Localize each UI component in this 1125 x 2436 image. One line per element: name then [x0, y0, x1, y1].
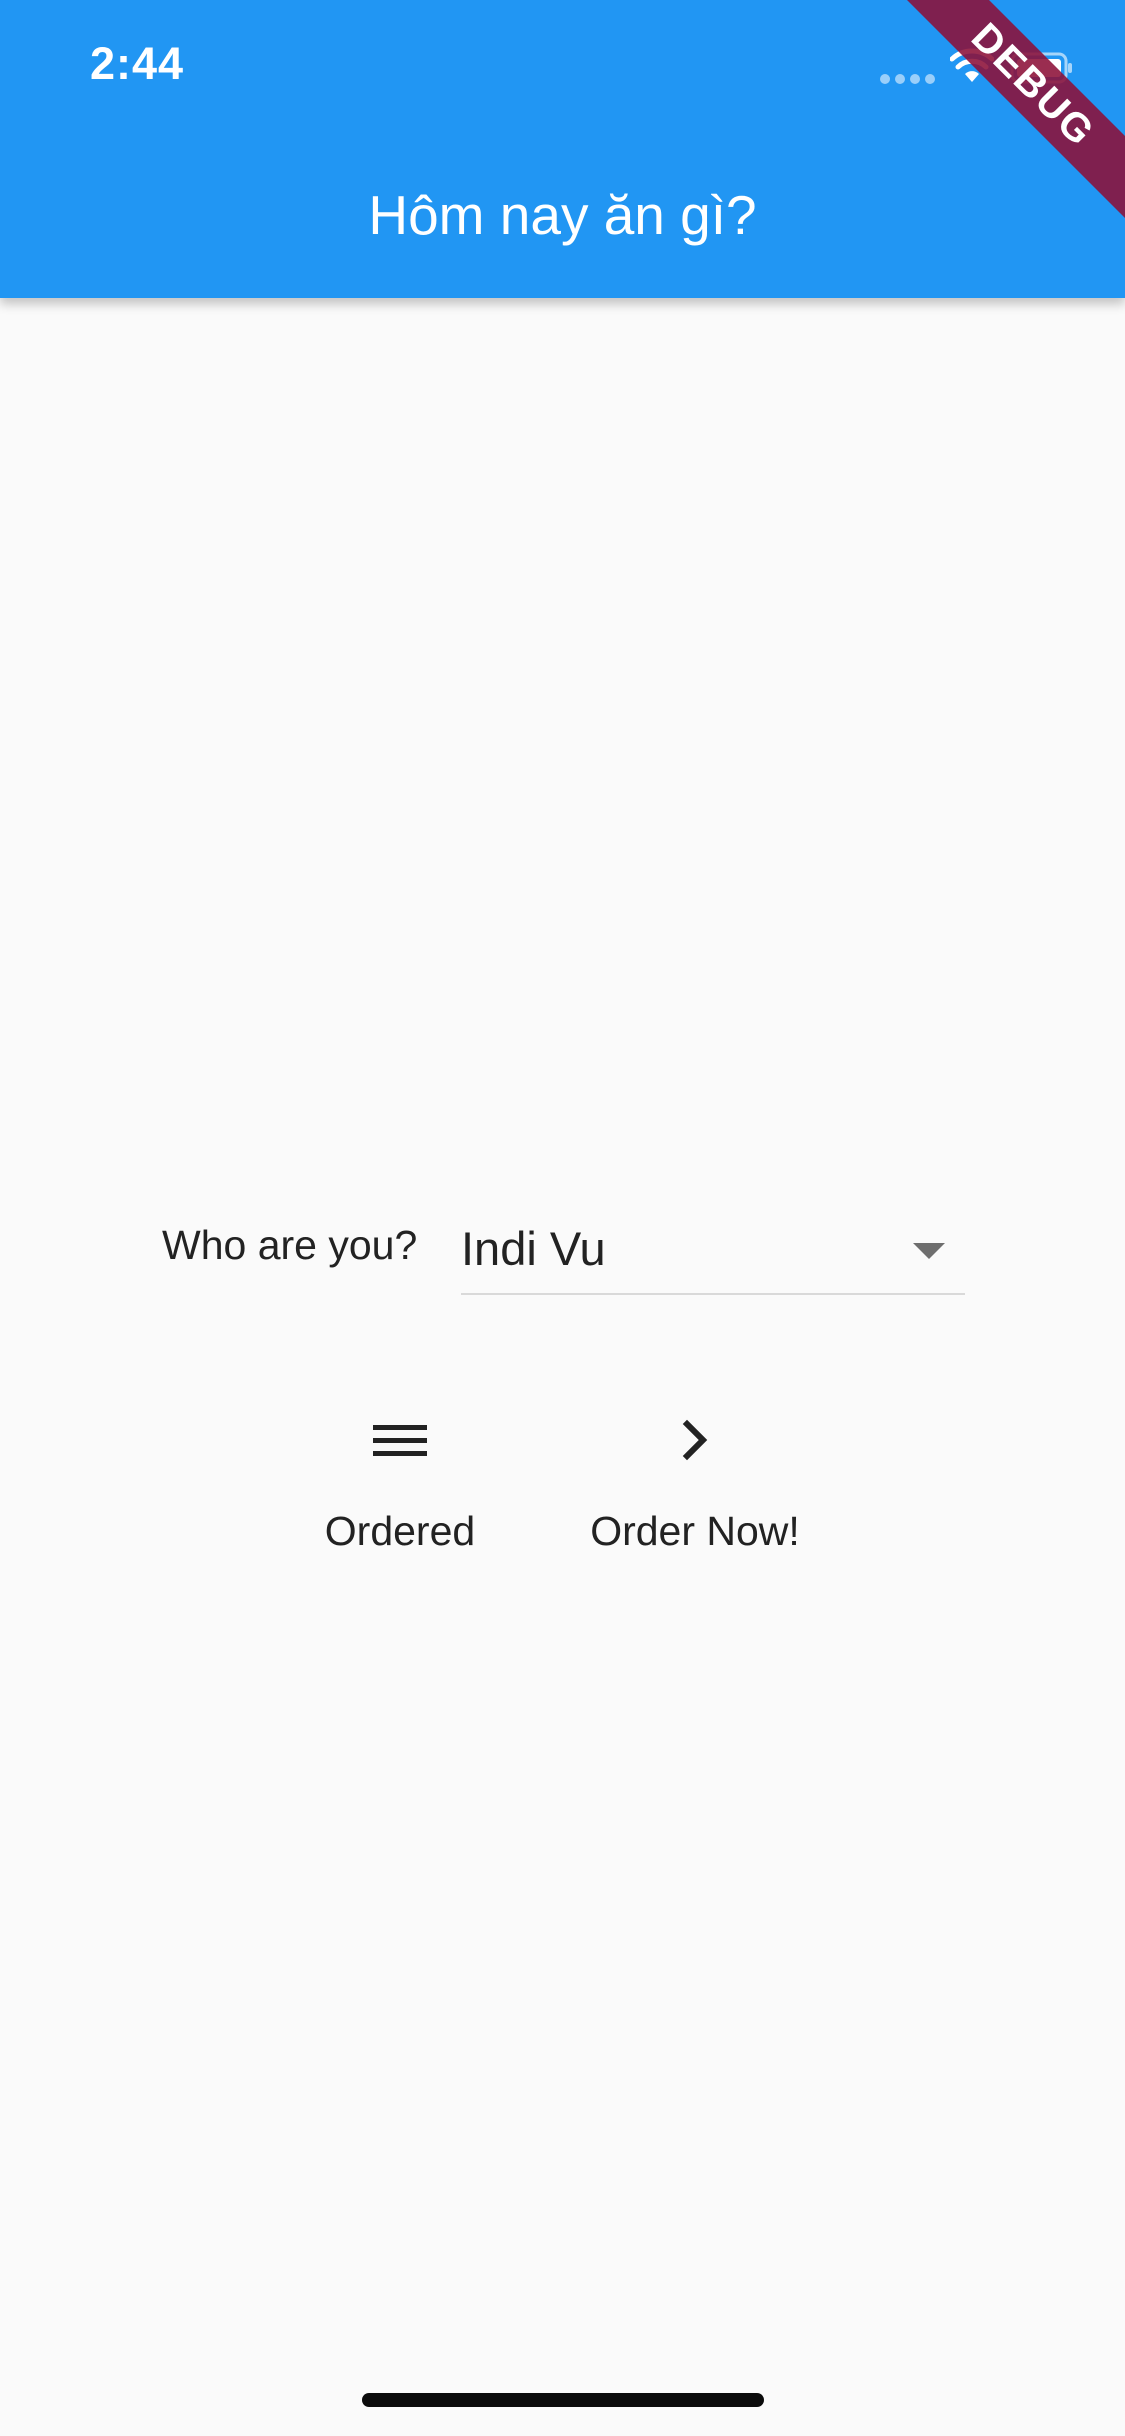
order-now-label: Order Now!	[590, 1508, 800, 1554]
app-screen: 2:44 Hôm nay ăn gì? DEBUG Who are you? I…	[0, 0, 1125, 2436]
dropdown-arrow-icon	[913, 1243, 945, 1259]
order-now-button[interactable]: Order Now!	[570, 1410, 820, 1570]
cellular-dots-icon	[880, 74, 936, 84]
chevron-right-icon	[682, 1419, 708, 1461]
app-bar: 2:44 Hôm nay ăn gì?	[0, 0, 1125, 298]
battery-icon	[1010, 52, 1072, 84]
home-indicator[interactable]	[362, 2393, 764, 2407]
ordered-label: Ordered	[324, 1508, 476, 1554]
ordered-button[interactable]: Ordered	[300, 1410, 500, 1570]
selected-user-value: Indi Vu	[461, 1222, 606, 1275]
menu-icon	[373, 1425, 427, 1456]
page-title: Hôm nay ăn gì?	[368, 184, 757, 246]
status-time: 2:44	[90, 38, 185, 89]
user-select-dropdown[interactable]: Indi Vu	[461, 1205, 965, 1295]
who-are-you-label: Who are you?	[162, 1222, 418, 1268]
wifi-icon	[950, 48, 994, 82]
